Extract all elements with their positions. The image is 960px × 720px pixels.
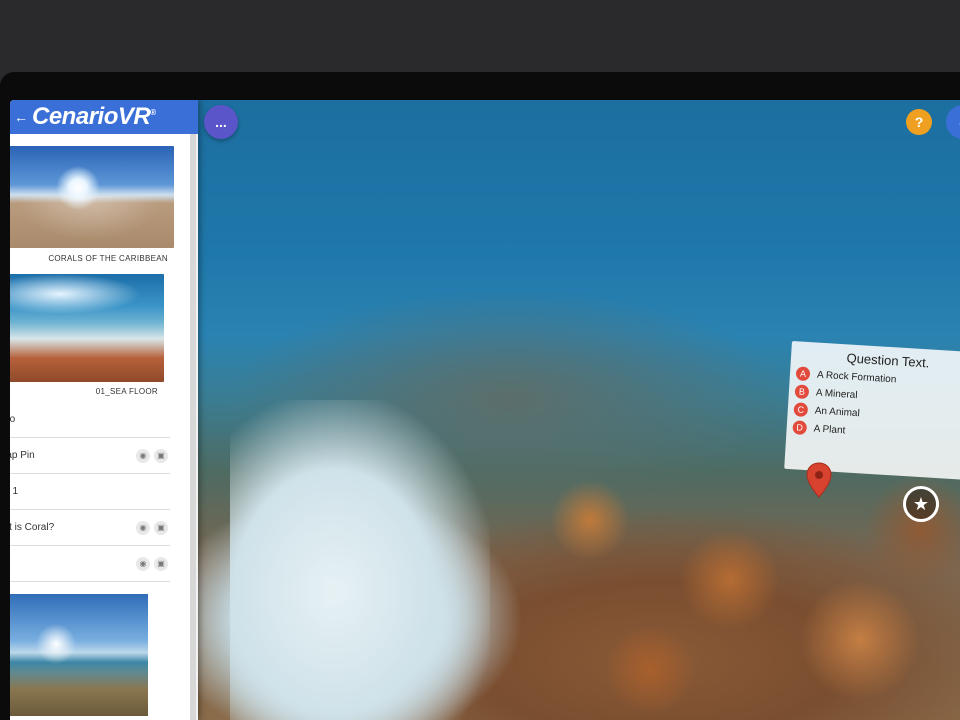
list-item[interactable]: tro 1 — [10, 474, 170, 510]
cenariovr-logo: CenarioVR® — [32, 103, 156, 130]
scene-caption: CORALS OF THE CARIBBEAN — [48, 254, 168, 263]
scene-thumbnail-sea-floor[interactable] — [10, 274, 164, 382]
lock-icon[interactable]: ▣ — [154, 520, 168, 535]
help-button[interactable]: ? — [906, 109, 932, 135]
eye-icon[interactable]: ◉ — [136, 448, 150, 463]
eye-icon[interactable]: ◉ — [136, 520, 150, 535]
list-item[interactable]: ntro — [10, 402, 170, 438]
lock-icon[interactable]: ▣ — [154, 556, 168, 571]
more-icon: ... — [215, 114, 227, 130]
list-item[interactable]: hat is Coral? ◉ ▣ — [10, 510, 170, 546]
eye-icon[interactable]: ◉ — [136, 556, 150, 571]
list-item[interactable]: Map Pin ◉ ▣ — [10, 438, 170, 474]
sidebar-body: CORALS OF THE CARIBBEAN 01_SEA FLOOR ntr… — [10, 134, 196, 720]
scene-thumbnail-beach[interactable] — [10, 146, 174, 248]
element-list: ntro Map Pin ◉ ▣ tro 1 hat is Coral? — [10, 402, 170, 582]
question-icon: ? — [914, 114, 924, 130]
back-button[interactable]: ← — [10, 100, 32, 134]
scene-sidebar: ← CenarioVR® CORALS OF THE CARIBBEAN 01_… — [10, 100, 198, 720]
list-item[interactable]: r ◉ ▣ — [10, 546, 170, 582]
star-hotspot-icon[interactable]: ★ — [903, 486, 939, 522]
question-panel: Question Text. A A Rock Formation B A Mi… — [784, 341, 960, 480]
map-pin-icon[interactable] — [806, 462, 832, 498]
lock-icon[interactable]: ▣ — [154, 448, 168, 463]
more-options-button[interactable]: ... — [204, 105, 238, 139]
sidebar-header: ← CenarioVR® — [10, 100, 198, 134]
scene-caption: 01_SEA FLOOR — [95, 387, 158, 396]
scene-thumbnail-coast[interactable] — [10, 594, 148, 716]
arrow-left-icon: ← — [14, 109, 28, 125]
